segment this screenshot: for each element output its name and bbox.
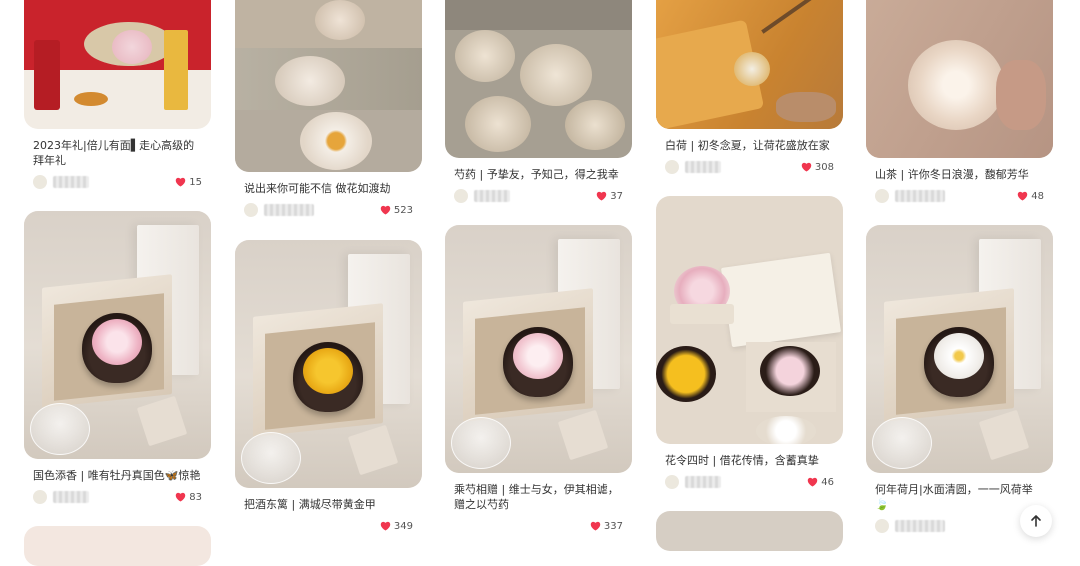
heart-icon <box>597 191 607 201</box>
like-count: 83 <box>189 491 202 503</box>
note-card[interactable]: 芍药 | 予挚友，予知己，得之我幸 37 <box>445 0 632 204</box>
like-button[interactable]: 15 <box>175 177 202 188</box>
note-cover-image[interactable] <box>24 526 211 566</box>
note-cover-image[interactable] <box>656 511 843 551</box>
note-card[interactable]: 山茶 | 许你冬日浪漫，馥郁芳华 48 <box>866 0 1053 204</box>
heart-icon <box>590 521 601 531</box>
note-cover-image[interactable] <box>656 0 843 129</box>
author-name[interactable] <box>53 176 89 188</box>
like-button[interactable]: 48 <box>1017 191 1044 202</box>
note-card[interactable] <box>656 511 843 551</box>
like-button[interactable]: 37 <box>596 191 623 202</box>
like-count: 308 <box>814 161 834 173</box>
author-name[interactable] <box>895 520 945 532</box>
note-card[interactable]: 乘芍相赠 | 维士与女，伊其相谑，赠之以芍药 337 <box>445 225 632 534</box>
note-meta: 308 <box>665 159 834 175</box>
author-avatar[interactable] <box>244 203 258 217</box>
note-cover-image[interactable] <box>445 225 632 473</box>
note-meta <box>875 518 1044 534</box>
note-meta: 523 <box>244 202 413 218</box>
author-avatar[interactable] <box>33 490 47 504</box>
note-cover-image[interactable] <box>866 225 1053 473</box>
arrow-up-icon <box>1031 515 1041 527</box>
author-avatar[interactable] <box>875 519 889 533</box>
note-cover-image[interactable] <box>235 240 422 488</box>
heart-icon <box>176 492 186 502</box>
heart-icon <box>176 177 186 187</box>
heart-icon <box>380 521 391 531</box>
like-button[interactable]: 46 <box>807 477 834 488</box>
author-name[interactable] <box>53 491 89 503</box>
note-title[interactable]: 乘芍相赠 | 维士与女，伊其相谑，赠之以芍药 <box>454 482 623 512</box>
like-button[interactable]: 337 <box>590 521 623 532</box>
note-meta: 37 <box>454 188 623 204</box>
note-card[interactable] <box>24 526 211 566</box>
like-button[interactable]: 523 <box>380 205 413 216</box>
like-count: 37 <box>610 190 623 202</box>
author-name[interactable] <box>264 204 314 216</box>
note-card[interactable]: 花令四时 | 借花传情，含蓄真挚 46 <box>656 196 843 490</box>
like-count: 46 <box>821 476 834 488</box>
note-card[interactable]: 何年荷月|水面清圆，一一风荷举🍃 <box>866 225 1053 534</box>
note-meta: 337 <box>454 518 623 534</box>
note-meta: 83 <box>33 489 202 505</box>
author-name[interactable] <box>895 190 945 202</box>
like-count: 15 <box>189 176 202 188</box>
note-card[interactable]: 说出来你可能不信 做花如渡劫 523 <box>235 0 422 218</box>
note-title[interactable]: 山茶 | 许你冬日浪漫，馥郁芳华 <box>875 167 1044 182</box>
heart-icon <box>808 477 818 487</box>
author-avatar[interactable] <box>875 189 889 203</box>
note-card[interactable]: 2023年礼|倍儿有面▌走心高级的拜年礼 15 <box>24 0 211 190</box>
author-name[interactable] <box>685 476 721 488</box>
note-cover-image[interactable] <box>866 0 1053 158</box>
like-count: 349 <box>393 520 413 532</box>
note-title[interactable]: 2023年礼|倍儿有面▌走心高级的拜年礼 <box>33 138 202 168</box>
note-meta: 15 <box>33 174 202 190</box>
note-title[interactable]: 白荷 | 初冬念夏，让荷花盛放在家 <box>665 138 834 153</box>
like-button[interactable]: 308 <box>801 162 834 173</box>
like-count: 48 <box>1031 190 1044 202</box>
note-meta: 46 <box>665 474 834 490</box>
masonry-feed: 2023年礼|倍儿有面▌走心高级的拜年礼 15 国色添香 | 唯有牡丹真国色🦋惊… <box>0 0 1080 566</box>
like-count: 523 <box>393 204 413 216</box>
note-title[interactable]: 说出来你可能不信 做花如渡劫 <box>244 181 413 196</box>
note-cover-image[interactable] <box>445 0 632 158</box>
note-card[interactable]: 把酒东篱 | 满城尽带黄金甲 349 <box>235 240 422 534</box>
like-count: 337 <box>603 520 623 532</box>
like-button[interactable]: 349 <box>380 521 413 532</box>
author-avatar[interactable] <box>665 475 679 489</box>
note-title[interactable]: 花令四时 | 借花传情，含蓄真挚 <box>665 453 834 468</box>
heart-icon <box>380 205 391 215</box>
author-avatar[interactable] <box>454 189 468 203</box>
note-cover-image[interactable] <box>235 0 422 172</box>
note-title[interactable]: 芍药 | 予挚友，予知己，得之我幸 <box>454 167 623 182</box>
heart-icon <box>801 162 812 172</box>
scroll-to-top-button[interactable] <box>1020 505 1052 537</box>
note-card[interactable]: 白荷 | 初冬念夏，让荷花盛放在家 308 <box>656 0 843 175</box>
note-cover-image[interactable] <box>24 0 211 129</box>
note-title[interactable]: 何年荷月|水面清圆，一一风荷举🍃 <box>875 482 1044 512</box>
heart-icon <box>1018 191 1028 201</box>
note-title[interactable]: 国色添香 | 唯有牡丹真国色🦋惊艳 <box>33 468 202 483</box>
author-name[interactable] <box>685 161 721 173</box>
like-button[interactable]: 83 <box>175 492 202 503</box>
author-avatar[interactable] <box>33 175 47 189</box>
author-avatar[interactable] <box>665 160 679 174</box>
note-title[interactable]: 把酒东篱 | 满城尽带黄金甲 <box>244 497 413 512</box>
note-cover-image[interactable] <box>656 196 843 444</box>
note-meta: 48 <box>875 188 1044 204</box>
author-name[interactable] <box>474 190 510 202</box>
note-meta: 349 <box>244 518 413 534</box>
note-card[interactable]: 国色添香 | 唯有牡丹真国色🦋惊艳 83 <box>24 211 211 505</box>
note-cover-image[interactable] <box>24 211 211 459</box>
